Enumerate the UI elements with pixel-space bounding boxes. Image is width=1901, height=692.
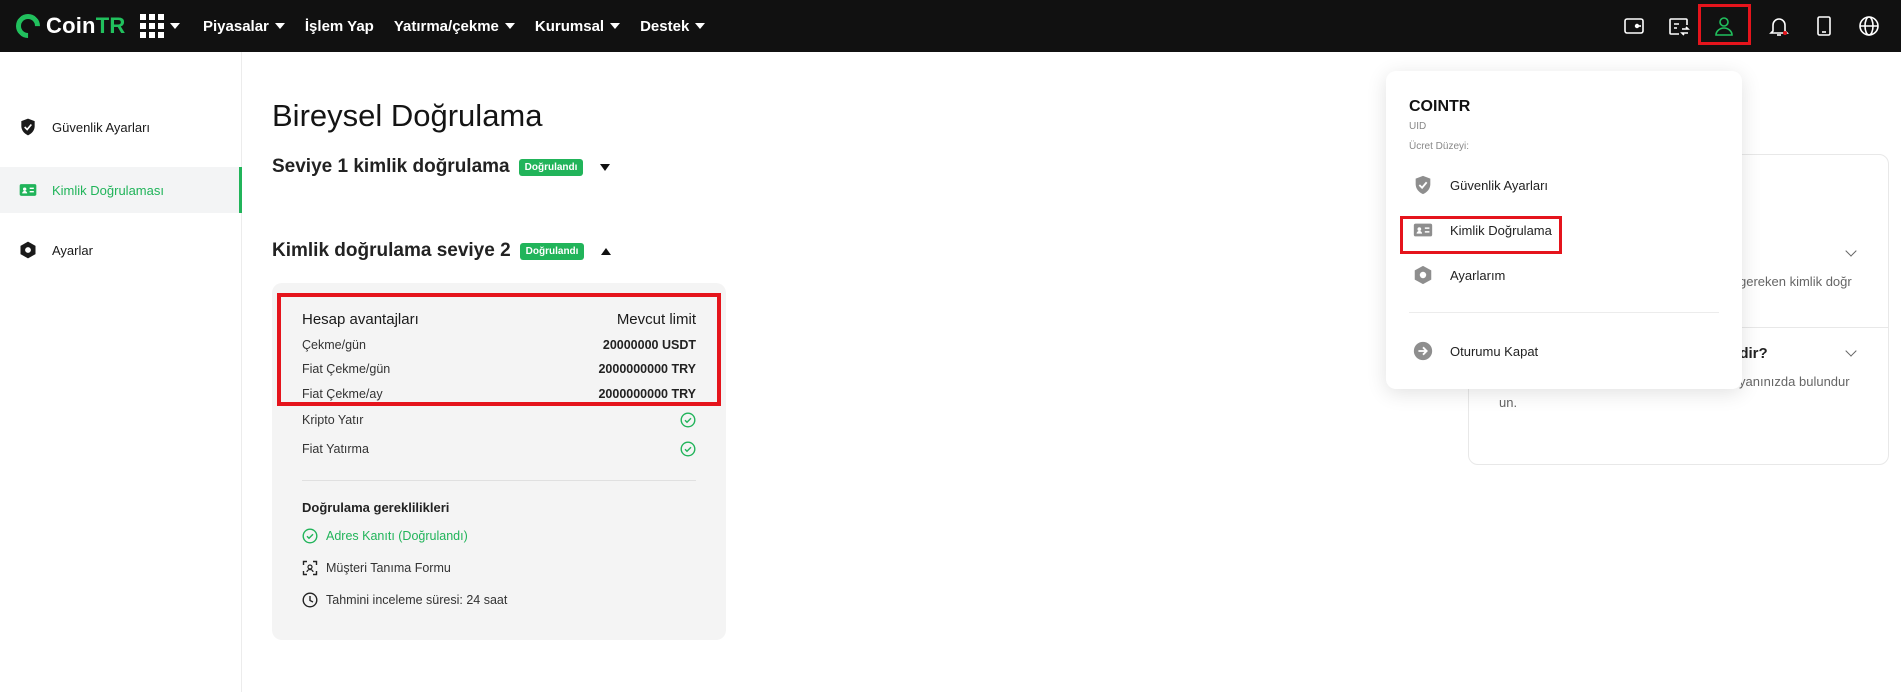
shield-check-icon [1415, 175, 1431, 195]
apps-menu-button[interactable] [140, 14, 180, 38]
faq-answer-fragment: yanınızda bulundur [1739, 374, 1850, 389]
bell-icon[interactable] [1763, 10, 1795, 42]
menu-item-guvenlik-ayarlari[interactable]: Güvenlik Ayarları [1408, 169, 1708, 201]
nav-kurumsal[interactable]: Kurumsal [535, 18, 621, 35]
status-badge: Doğrulandı [518, 158, 584, 176]
cointr-logo[interactable]: CoinTR [11, 9, 126, 43]
requirements-title: Doğrulama gereklilikleri [302, 500, 450, 515]
chevron-down-icon [695, 23, 706, 29]
level1-title: Seviye 1 kimlik doğrulama [272, 156, 510, 177]
divider [302, 480, 696, 481]
nav-piyasalar[interactable]: Piyasalar [203, 18, 285, 35]
requirement-item: Tahmini inceleme süresi: 24 saat [302, 592, 507, 608]
requirement-item: Adres Kanıtı (Doğrulandı) [302, 528, 468, 544]
sidebar-item-guvenlik-ayarlari[interactable]: Güvenlik Ayarları [0, 104, 242, 150]
nav-islem-yap[interactable]: İşlem Yap [305, 18, 374, 35]
uid-label: UID [1409, 121, 1427, 132]
chevron-down-icon [504, 23, 515, 29]
hexagon-gear-icon [1414, 265, 1432, 285]
cointr-logo-text: CoinTR [46, 13, 126, 38]
fee-level-label: Ücret Düzeyi: [1409, 141, 1470, 152]
sidebar-item-label: Güvenlik Ayarları [52, 119, 151, 135]
feature-row: Kripto Yatır [302, 412, 696, 428]
logout-button[interactable]: Oturumu Kapat [1408, 335, 1708, 367]
status-badge: Doğrulandı [519, 242, 585, 260]
hexagon-gear-icon [20, 241, 36, 259]
check-circle-icon [302, 528, 318, 544]
feature-label: Kripto Yatır [302, 413, 364, 427]
cointr-logo-mark [11, 9, 45, 43]
requirement-item: Müşteri Tanıma Formu [302, 560, 451, 576]
benefits-highlight-box [277, 293, 721, 406]
clock-icon [302, 592, 318, 608]
sidebar-item-label: Kimlik Doğrulaması [52, 182, 164, 198]
menu-item-label: Ayarlarım [1450, 267, 1506, 283]
requirement-label: Müşteri Tanıma Formu [326, 561, 451, 575]
chevron-down-icon [610, 23, 621, 29]
face-scan-icon [302, 560, 318, 576]
globe-icon[interactable] [1853, 10, 1885, 42]
top-navigation-bar: CoinTR Piyasalar İşlem Yap Yatırma/çekme… [0, 0, 1901, 52]
nav-yatirma-cekme[interactable]: Yatırma/çekme [394, 18, 515, 35]
main-nav: Piyasalar İşlem Yap Yatırma/çekme Kurums… [203, 0, 706, 52]
feature-label: Fiat Yatırma [302, 442, 369, 456]
sidebar-item-label: Ayarlar [52, 242, 93, 258]
expand-down-icon[interactable] [600, 163, 611, 171]
user-icon-highlight-box [1698, 4, 1751, 45]
nav-destek[interactable]: Destek [640, 18, 706, 35]
level1-header[interactable]: Seviye 1 kimlik doğrulama Doğrulandı [272, 156, 611, 178]
requirement-label: Tahmini inceleme süresi: 24 saat [326, 593, 508, 607]
page-title: Bireysel Doğrulama [272, 98, 543, 133]
level2-title: Kimlik doğrulama seviye 2 [272, 240, 511, 261]
logout-label: Oturumu Kapat [1450, 343, 1539, 359]
exchange-card-icon[interactable] [1663, 10, 1695, 42]
divider [1409, 312, 1719, 313]
apps-grid-icon [140, 14, 164, 38]
chevron-down-icon[interactable] [1845, 245, 1857, 257]
feature-row: Fiat Yatırma [302, 441, 696, 457]
tablet-icon[interactable] [1808, 10, 1840, 42]
chevron-down-icon [274, 23, 285, 29]
level2-header[interactable]: Kimlik doğrulama seviye 2 Doğrulandı [272, 240, 612, 262]
faq-answer-fragment: un. [1499, 395, 1518, 410]
faq-answer-fragment: gereken kimlik doğr [1739, 274, 1852, 289]
id-card-icon [19, 184, 37, 196]
sidebar: Güvenlik Ayarları Kimlik Doğrulaması Aya… [0, 52, 242, 692]
chevron-down-icon [170, 23, 180, 29]
arrow-right-circle-icon [1413, 341, 1433, 361]
account-name: COINTR [1409, 98, 1471, 115]
sidebar-item-kimlik-dogrulamasi[interactable]: Kimlik Doğrulaması [0, 167, 242, 213]
chevron-down-icon[interactable] [1845, 345, 1857, 357]
collapse-up-icon[interactable] [601, 247, 612, 255]
shield-check-icon [21, 118, 35, 136]
check-circle-icon [680, 441, 696, 457]
kimlik-dogrulama-highlight-box [1400, 216, 1562, 254]
menu-item-ayarlarim[interactable]: Ayarlarım [1408, 259, 1708, 291]
requirement-label: Adres Kanıtı (Doğrulandı) [326, 529, 468, 543]
check-circle-icon [680, 412, 696, 428]
sidebar-item-ayarlar[interactable]: Ayarlar [0, 227, 242, 273]
menu-item-label: Güvenlik Ayarları [1450, 177, 1549, 193]
wallet-icon[interactable] [1618, 10, 1650, 42]
